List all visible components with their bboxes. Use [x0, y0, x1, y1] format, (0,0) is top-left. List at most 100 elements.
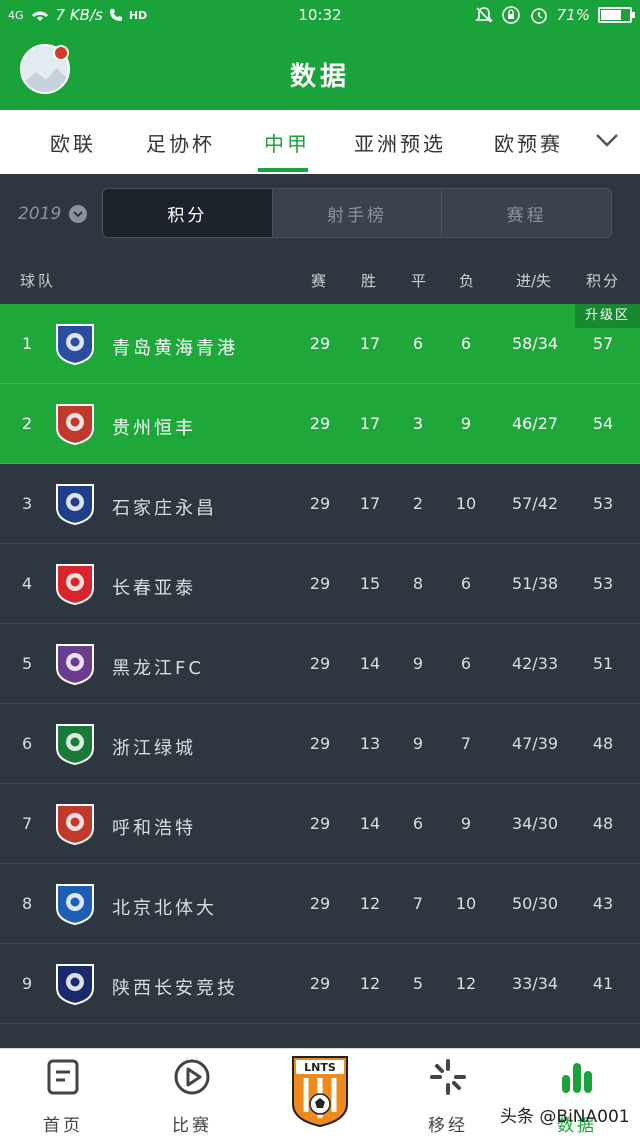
won-cell: 12 [359, 894, 381, 913]
team-badge-icon [56, 484, 94, 526]
table-row[interactable]: 3 石家庄永昌 29 17 2 10 57/42 53 [0, 464, 640, 544]
col-goals: 进/失 [516, 272, 552, 290]
goals-cell: 58/34 [511, 334, 559, 353]
goals-cell: 50/30 [511, 894, 559, 913]
chevron-down-icon[interactable] [594, 130, 620, 150]
mute-bell-icon [474, 7, 493, 23]
drawn-cell: 9 [412, 654, 424, 673]
rank-cell: 6 [22, 734, 33, 753]
club-logo-icon[interactable]: LNTS [290, 1054, 350, 1128]
col-team: 球队 [20, 272, 57, 290]
team-badge-icon [56, 324, 94, 366]
rank-cell: 3 [22, 494, 33, 513]
col-won: 胜 [361, 272, 377, 290]
drawn-cell: 5 [412, 974, 424, 993]
team-name[interactable]: 石家庄永昌 [112, 494, 217, 520]
segment-standings[interactable]: 积分 [103, 189, 272, 237]
won-cell: 17 [359, 334, 381, 353]
active-tab-indicator [258, 168, 308, 172]
table-row[interactable]: 2 贵州恒丰 29 17 3 9 46/27 54 [0, 384, 640, 464]
chevron-down-icon [69, 205, 88, 223]
status-bar: 4G 7 KB/s HD 10:32 71% [0, 0, 640, 32]
team-badge-icon [56, 884, 94, 926]
won-cell: 14 [359, 814, 381, 833]
nav-home[interactable]: 首页 [8, 1049, 118, 1138]
goals-cell: 33/34 [511, 974, 559, 993]
spinner-icon [430, 1059, 466, 1095]
team-name[interactable]: 北京北体大 [112, 894, 217, 920]
document-icon [47, 1059, 79, 1095]
won-cell: 12 [359, 974, 381, 993]
lost-cell: 9 [460, 814, 472, 833]
league-tabs: 欧联 足协杯 中甲 亚洲预选 欧预赛 [0, 110, 640, 174]
played-cell: 29 [309, 734, 331, 753]
drawn-cell: 7 [412, 894, 424, 913]
goals-cell: 47/39 [511, 734, 559, 753]
standings-list: 1 青岛黄海青港 29 17 6 6 58/34 57 升级区 2 贵州恒丰 29 17 3 9 46/27 5… [0, 304, 640, 1024]
stats-segmented-control: 积分 射手榜 赛程 [102, 188, 612, 238]
tab-europa-league[interactable]: 欧联 [50, 128, 96, 157]
table-row[interactable]: 1 青岛黄海青港 29 17 6 6 58/34 57 升级区 [0, 304, 640, 384]
table-row[interactable]: 4 长春亚泰 29 15 8 6 51/38 53 [0, 544, 640, 624]
team-badge-icon [56, 804, 94, 846]
points-cell: 57 [592, 334, 614, 353]
goals-cell: 34/30 [511, 814, 559, 833]
table-row[interactable]: 5 黑龙江FC 29 14 9 6 42/33 51 [0, 624, 640, 704]
drawn-cell: 2 [412, 494, 424, 513]
rank-cell: 9 [22, 974, 33, 993]
table-row[interactable]: 8 北京北体大 29 12 7 10 50/30 43 [0, 864, 640, 944]
rank-cell: 2 [22, 414, 33, 433]
battery-percent: 71% [556, 6, 590, 24]
table-row[interactable]: 7 呼和浩特 29 14 6 9 34/30 48 [0, 784, 640, 864]
team-name[interactable]: 陕西长安竞技 [112, 974, 238, 1000]
nav-matches[interactable]: 比赛 [137, 1049, 247, 1138]
col-lost: 负 [459, 272, 475, 290]
points-cell: 48 [592, 814, 614, 833]
lost-cell: 9 [460, 414, 472, 433]
tab-asia-qualifiers[interactable]: 亚洲预选 [354, 128, 446, 157]
segment-schedule[interactable]: 赛程 [441, 189, 611, 237]
team-name[interactable]: 黑龙江FC [112, 654, 204, 680]
watermark: 头条 @BiNA001 [500, 1107, 630, 1127]
team-name[interactable]: 浙江绿城 [112, 734, 196, 760]
team-badge-icon [56, 564, 94, 606]
won-cell: 13 [359, 734, 381, 753]
played-cell: 29 [309, 414, 331, 433]
app-header: 数据 [0, 32, 640, 110]
season-selector[interactable]: 2019 [18, 204, 88, 224]
lost-cell: 7 [460, 734, 472, 753]
lost-cell: 6 [460, 334, 472, 353]
team-name[interactable]: 贵州恒丰 [112, 414, 196, 440]
tab-euro-qualifiers[interactable]: 欧预赛 [494, 128, 563, 157]
alarm-icon [530, 8, 547, 24]
team-badge-icon [56, 404, 94, 446]
rank-cell: 5 [22, 654, 33, 673]
lost-cell: 12 [455, 974, 477, 993]
lost-cell: 10 [455, 894, 477, 913]
team-name[interactable]: 长春亚泰 [112, 574, 196, 600]
tab-china-league-one[interactable]: 中甲 [264, 128, 310, 157]
table-row[interactable]: 6 浙江绿城 29 13 9 7 47/39 48 [0, 704, 640, 784]
points-cell: 51 [592, 654, 614, 673]
points-cell: 53 [592, 494, 614, 513]
team-name[interactable]: 青岛黄海青港 [112, 334, 238, 360]
team-badge-icon [56, 964, 94, 1006]
table-row[interactable]: 9 陕西长安竞技 29 12 5 12 33/34 41 [0, 944, 640, 1024]
page-title: 数据 [289, 62, 350, 92]
rank-cell: 4 [22, 574, 33, 593]
nav-transfers[interactable]: 移经 [393, 1049, 503, 1138]
drawn-cell: 8 [412, 574, 424, 593]
nav-matches-label: 比赛 [172, 1116, 212, 1136]
team-name[interactable]: 呼和浩特 [112, 814, 196, 840]
col-points: 积分 [586, 272, 621, 290]
tab-fa-cup[interactable]: 足协杯 [146, 128, 215, 157]
promotion-zone-badge: 升级区 [574, 304, 640, 328]
table-header: 球队 赛 胜 平 负 进/失 积分 [0, 252, 640, 304]
goals-cell: 57/42 [511, 494, 559, 513]
team-badge-icon [56, 644, 94, 686]
segment-top-scorers[interactable]: 射手榜 [271, 189, 442, 237]
rank-cell: 8 [22, 894, 33, 913]
nav-home-label: 首页 [43, 1116, 83, 1136]
goals-cell: 46/27 [511, 414, 559, 433]
points-cell: 48 [592, 734, 614, 753]
